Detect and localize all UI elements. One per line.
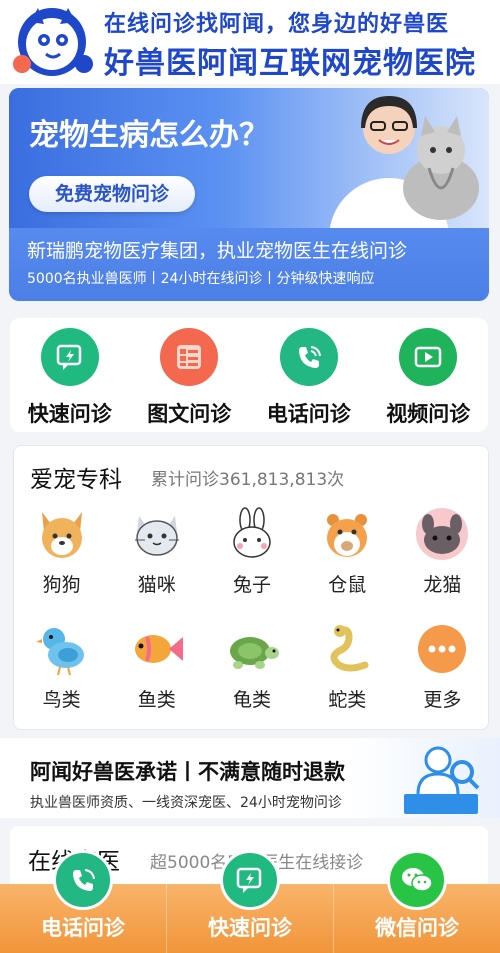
pet-specialty-panel: 爱宠专科 累计问诊361,813,813次 狗狗 猫咪 兔子 仓鼠 龙猫 鸟类 (13, 445, 489, 730)
video-consult-button[interactable]: 视频问诊 (373, 328, 483, 432)
pet-item-bird[interactable]: 鸟类 (14, 621, 109, 726)
pet-label-bird: 鸟类 (42, 689, 81, 711)
turtle-icon (229, 637, 279, 669)
header-slogan: 在线问诊找阿闻，您身边的好兽医 (104, 12, 450, 37)
dog-icon (41, 512, 82, 558)
quick-consult-icon (220, 850, 280, 910)
pet-label-fish: 鱼类 (137, 689, 176, 711)
phone-icon (279, 328, 338, 386)
fish-icon (134, 635, 183, 663)
phone-consult-button[interactable]: 电话问诊 (254, 328, 364, 432)
cat-icon (134, 516, 179, 556)
doctor-with-cat-illustration (329, 96, 479, 228)
free-consult-button[interactable]: 免费宠物问诊 (29, 176, 195, 212)
pet-item-turtle[interactable]: 龟类 (204, 621, 299, 726)
chinchilla-icon (416, 508, 469, 560)
image-text-consult-label: 图文问诊 (147, 402, 232, 426)
rabbit-icon (233, 507, 271, 558)
promise-title: 阿闻好兽医承诺丨不满意随时退款 (30, 760, 345, 784)
wechat-icon (387, 850, 447, 910)
header: 在线问诊找阿闻，您身边的好兽医 好兽医阿闻互联网宠物医院 (0, 0, 500, 84)
refund-promise-banner[interactable]: 阿闻好兽医承诺丨不满意随时退款 执业兽医师资质、一线资深宠医、24小时宠物问诊 (0, 738, 500, 818)
pet-item-more[interactable]: 更多 (395, 621, 490, 726)
video-icon (399, 328, 458, 386)
consult-options: 快速问诊 图文问诊 电话问诊 视频问诊 (10, 318, 488, 432)
banner-features: 5000名执业兽医师丨24小时在线问诊丨分钟级快速响应 (27, 271, 375, 287)
pet-label-more: 更多 (423, 689, 462, 711)
banner-title: 宠物生病怎么办？ (29, 118, 269, 153)
promise-subtitle: 执业兽医师资质、一线资深宠医、24小时宠物问诊 (30, 795, 342, 811)
phone-icon (53, 850, 113, 910)
quick-consult-button[interactable]: 快速问诊 (15, 328, 125, 432)
mascot-logo-icon (13, 8, 93, 76)
pet-item-fish[interactable]: 鱼类 (109, 621, 204, 726)
bottom-phone-consult-label: 电话问诊 (41, 916, 125, 940)
snake-icon (330, 625, 369, 672)
image-text-icon (160, 328, 219, 386)
pet-label-snake: 蛇类 (328, 689, 367, 711)
image-text-consult-button[interactable]: 图文问诊 (134, 328, 244, 432)
specialty-title: 爱宠专科 (30, 467, 122, 493)
pet-item-snake[interactable]: 蛇类 (300, 621, 395, 726)
bottom-phone-consult-button[interactable]: 电话问诊 (0, 850, 167, 953)
pet-item-hamster[interactable]: 仓鼠 (300, 506, 395, 611)
banner-tagline: 新瑞鹏宠物医疗集团，执业宠物医生在线问诊 (27, 240, 408, 262)
consultation-count: 累计问诊361,813,813次 (151, 470, 345, 490)
header-brand: 好兽医阿闻互联网宠物医院 (104, 46, 476, 81)
pet-item-cat[interactable]: 猫咪 (109, 506, 204, 611)
pet-item-chinchilla[interactable]: 龙猫 (395, 506, 490, 611)
pet-grid: 狗狗 猫咪 兔子 仓鼠 龙猫 鸟类 鱼类 龟类 蛇类 更多 (14, 506, 490, 726)
quick-consult-label: 快速问诊 (27, 402, 112, 426)
pet-label-dog: 狗狗 (42, 574, 81, 596)
bird-icon (35, 628, 84, 676)
doctor-search-illustration-icon (404, 746, 480, 814)
bottom-wechat-consult-label: 微信问诊 (375, 916, 459, 940)
pet-item-rabbit[interactable]: 兔子 (204, 506, 299, 611)
pet-item-dog[interactable]: 狗狗 (14, 506, 109, 611)
hero-banner[interactable]: 宠物生病怎么办？ 免费宠物问诊 新瑞鹏宠物医疗集团，执业宠物医生在线问诊 500… (9, 88, 489, 301)
phone-consult-label: 电话问诊 (266, 402, 351, 426)
quick-consult-icon (40, 328, 99, 386)
bottom-quick-consult-button[interactable]: 快速问诊 (167, 850, 334, 953)
pet-label-rabbit: 兔子 (232, 574, 271, 596)
pet-label-cat: 猫咪 (137, 574, 176, 596)
hamster-icon (327, 514, 368, 557)
bottom-wechat-consult-button[interactable]: 微信问诊 (334, 850, 500, 953)
more-icon (418, 625, 467, 673)
bottom-quick-consult-label: 快速问诊 (208, 916, 292, 940)
pet-label-turtle: 龟类 (232, 689, 271, 711)
pet-label-chinchilla: 龙猫 (423, 574, 462, 596)
bottom-action-bar: 电话问诊 快速问诊 微信问诊 (0, 850, 500, 953)
pet-label-hamster: 仓鼠 (328, 574, 367, 596)
video-consult-label: 视频问诊 (386, 402, 471, 426)
